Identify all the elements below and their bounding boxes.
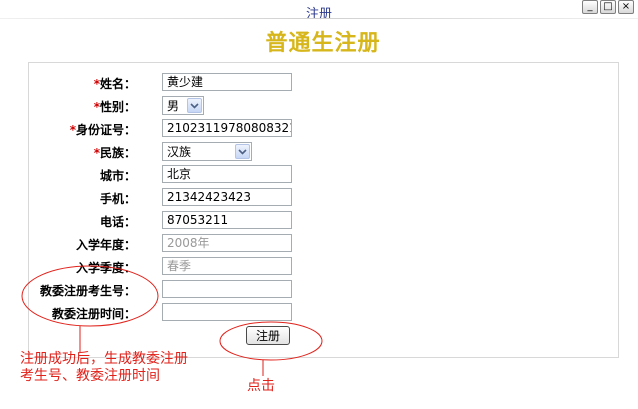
annotation-click-note: 点击 (247, 378, 275, 394)
annotation-note-line2: 考生号、教委注册时间 (20, 368, 160, 384)
annotation-ellipse-button (219, 321, 323, 361)
annotation-note-line1: 注册成功后，生成教委注册 (20, 351, 188, 367)
annotation-overlay (21, 265, 323, 376)
annotation-ellipse-fields (21, 265, 159, 327)
